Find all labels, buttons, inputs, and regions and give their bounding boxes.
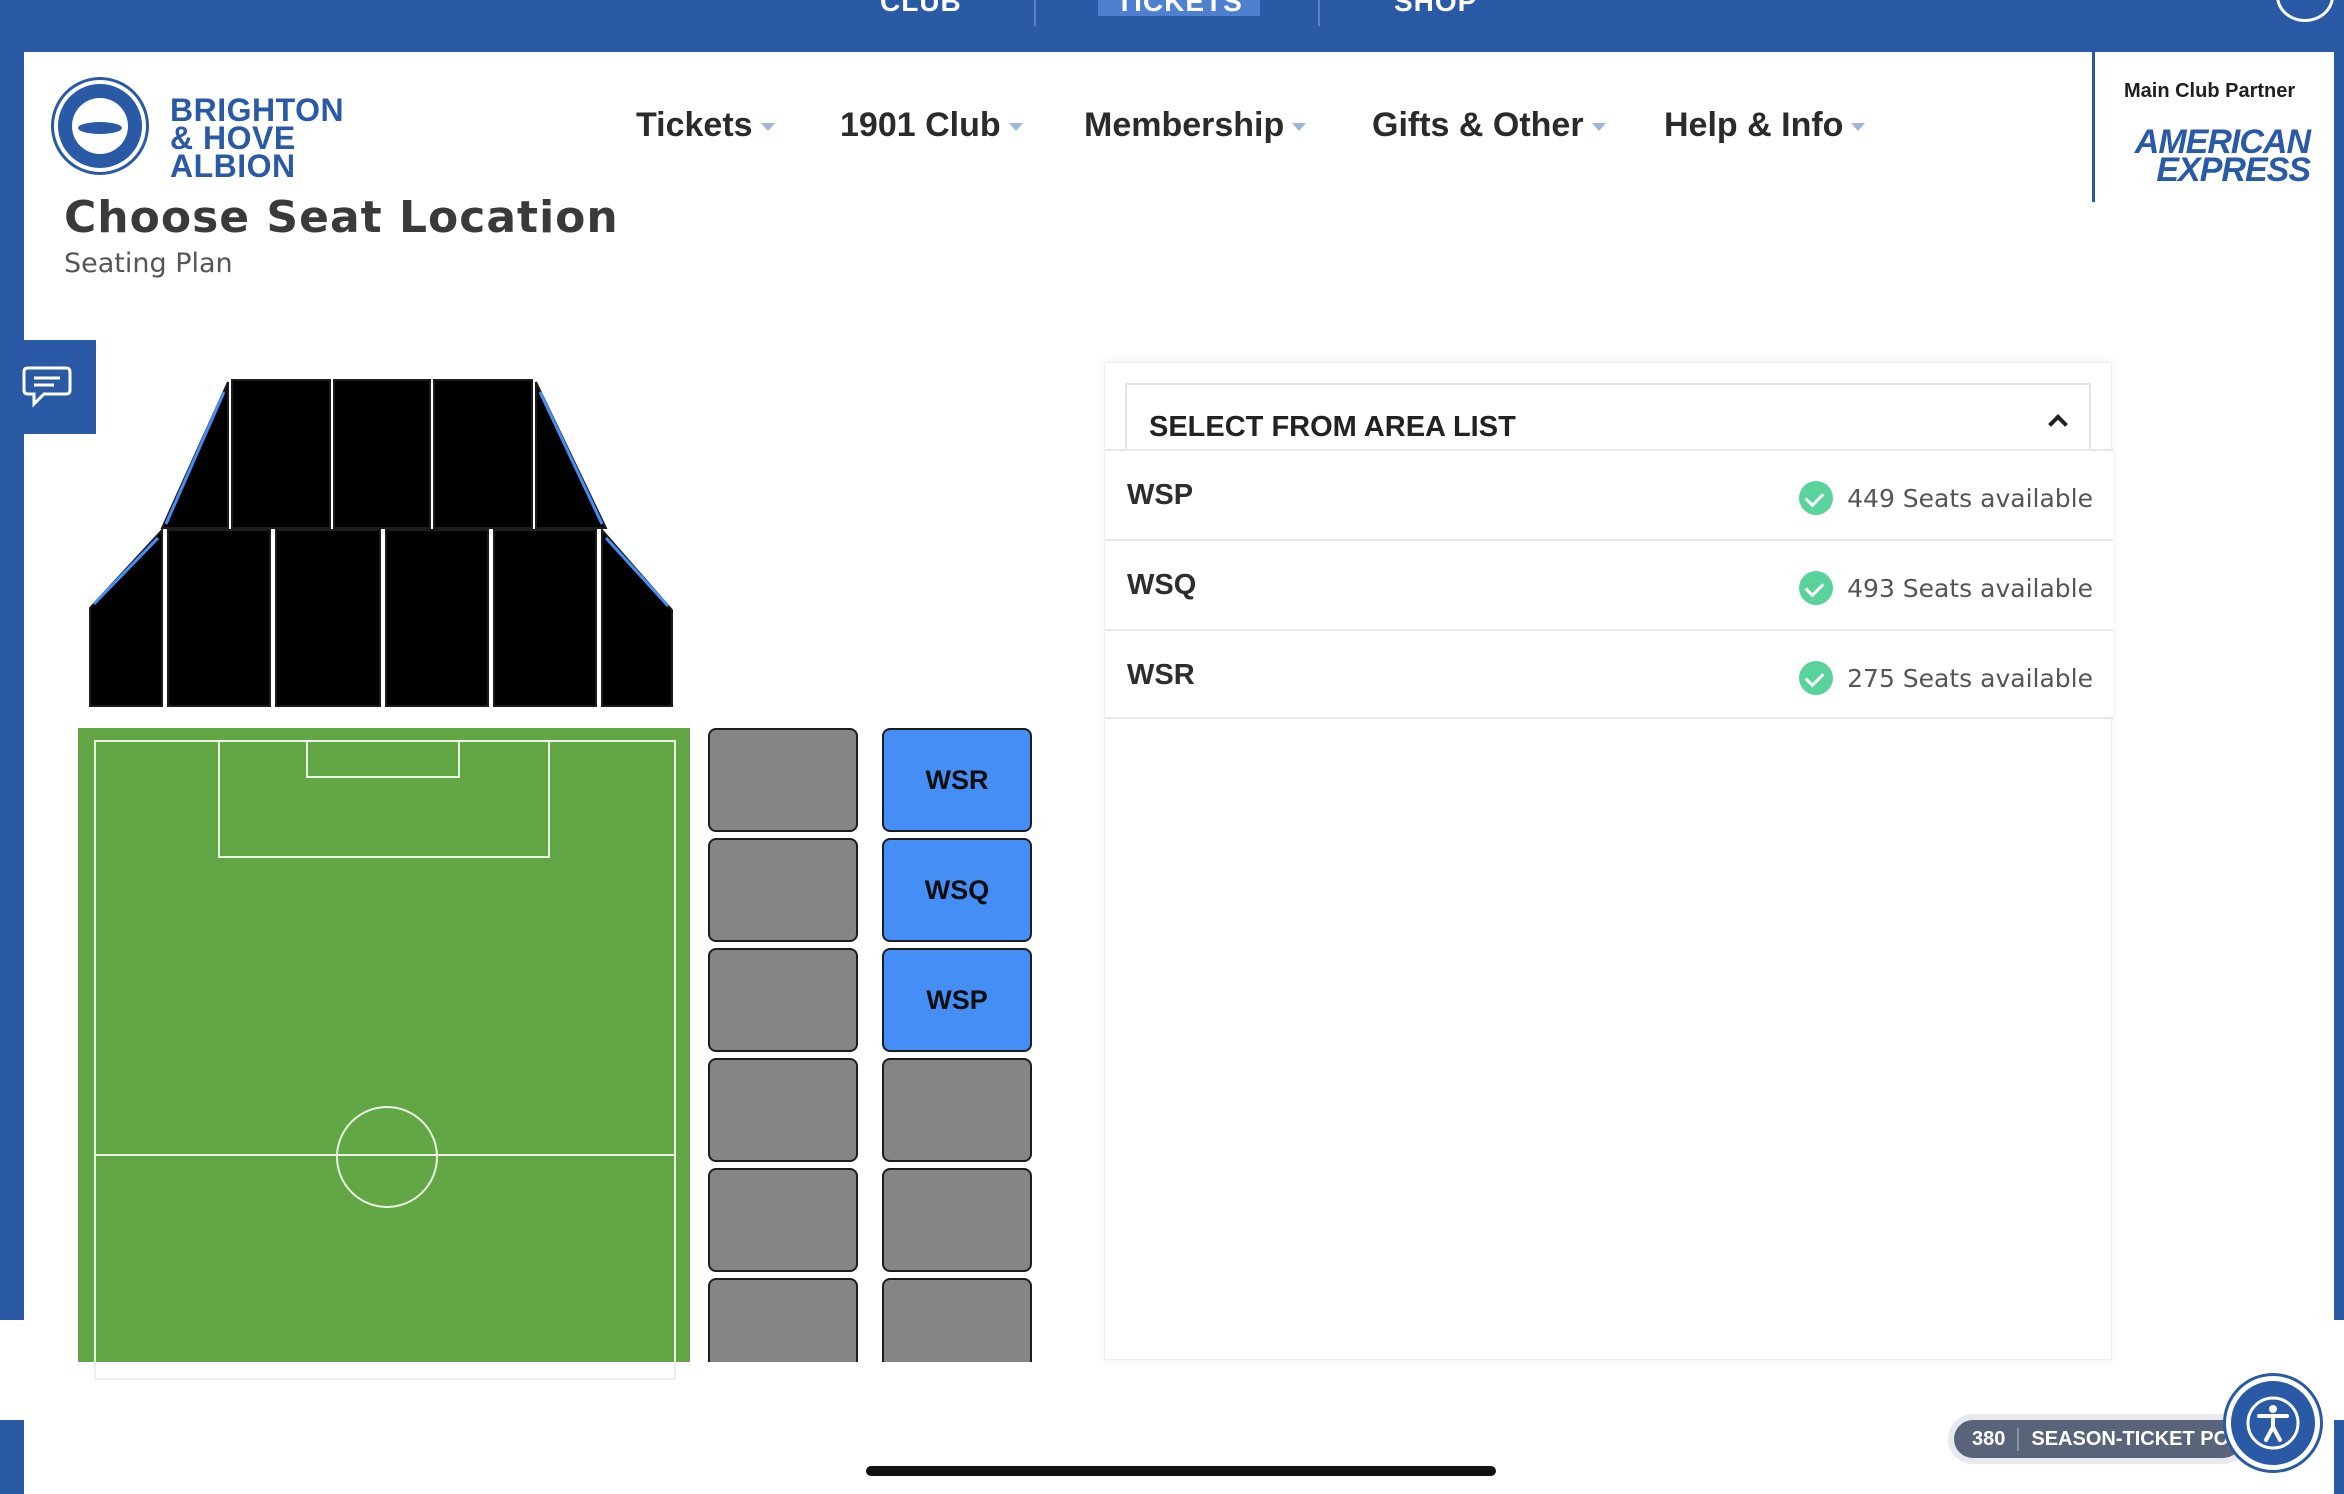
pitch <box>78 728 690 1380</box>
chevron-down-icon <box>1591 123 1606 132</box>
seat-block-unavailable <box>708 728 858 832</box>
seating-map: WSR WSQ WSP <box>0 0 1100 1380</box>
seat-block-unavailable <box>708 1168 858 1272</box>
seat-block-wsq[interactable]: WSQ <box>882 838 1032 942</box>
area-list-panel: SELECT FROM AREA LIST WSP 449 Seats avai… <box>1104 362 2113 1360</box>
stand-section <box>89 527 163 707</box>
check-circle-icon <box>1799 571 1834 605</box>
area-name: WSQ <box>1127 569 1197 601</box>
home-indicator <box>866 1466 1496 1476</box>
season-ticket-pill[interactable]: 380 SEASON-TICKET PO <box>1948 1414 2248 1464</box>
area-row-wsq[interactable]: WSQ 493 Seats available <box>1105 539 2113 629</box>
chevron-down-icon <box>1851 123 1866 132</box>
area-row-wsp[interactable]: WSP 449 Seats available <box>1105 449 2113 539</box>
check-circle-icon <box>1799 661 1834 695</box>
seat-block-unavailable <box>708 948 858 1052</box>
accessibility-button[interactable] <box>2226 1376 2320 1470</box>
top-nav-divider <box>1318 0 1320 26</box>
seat-block-wsr[interactable]: WSR <box>882 728 1032 832</box>
stand-section <box>433 379 533 529</box>
page-border-right <box>2334 52 2344 1320</box>
stand-section <box>333 379 431 529</box>
seat-block-unavailable <box>882 1168 1032 1272</box>
season-ticket-count: 380 <box>1954 1427 2020 1451</box>
nav-gifts-other[interactable]: Gifts & Other <box>1372 106 1606 146</box>
centre-circle <box>336 1106 438 1208</box>
stand-section <box>275 529 381 707</box>
page-border-left-bottom <box>0 1420 24 1494</box>
accessibility-icon <box>2246 1396 2300 1450</box>
area-list-title: SELECT FROM AREA LIST <box>1149 411 1516 443</box>
page-border-right-bottom <box>2334 1420 2344 1494</box>
area-availability: 449 Seats available <box>1799 481 2093 515</box>
area-availability: 493 Seats available <box>1799 571 2093 605</box>
area-name: WSP <box>1127 479 1194 511</box>
stand-section <box>231 379 331 529</box>
top-nav-shop[interactable]: SHOP <box>1394 0 1477 17</box>
area-availability: 275 Seats available <box>1799 661 2093 695</box>
partner-label: Main Club Partner <box>2124 80 2296 102</box>
stand-section <box>167 529 271 707</box>
seat-block-unavailable <box>708 838 858 942</box>
nav-help-info[interactable]: Help & Info <box>1664 106 1866 146</box>
area-list-toggle[interactable]: SELECT FROM AREA LIST <box>1125 383 2091 453</box>
season-ticket-label: SEASON-TICKET PO <box>2031 1427 2230 1450</box>
american-express-logo[interactable]: AMERICAN EXPRESS <box>2130 125 2311 187</box>
seat-block-unavailable <box>708 1058 858 1162</box>
stand-sections <box>89 379 673 707</box>
top-nav-tickets[interactable]: TICKETS <box>1116 0 1243 17</box>
goal-area <box>306 740 460 778</box>
stand-section <box>493 529 597 707</box>
stand-section <box>601 527 673 707</box>
chevron-up-icon <box>2048 414 2068 434</box>
stand-section <box>385 529 489 707</box>
seat-block-unavailable <box>708 1278 858 1362</box>
check-circle-icon <box>1799 481 1834 515</box>
area-name: WSR <box>1127 659 1195 691</box>
seat-block-unavailable <box>882 1278 1032 1362</box>
account-avatar-icon[interactable] <box>2276 0 2334 22</box>
nav-membership[interactable]: Membership <box>1084 106 1307 146</box>
seat-block-unavailable <box>882 1058 1032 1162</box>
chevron-down-icon <box>1292 123 1307 132</box>
partner-divider <box>2092 52 2095 202</box>
area-row-wsr[interactable]: WSR 275 Seats available <box>1105 629 2113 719</box>
seat-block-wsp[interactable]: WSP <box>882 948 1032 1052</box>
